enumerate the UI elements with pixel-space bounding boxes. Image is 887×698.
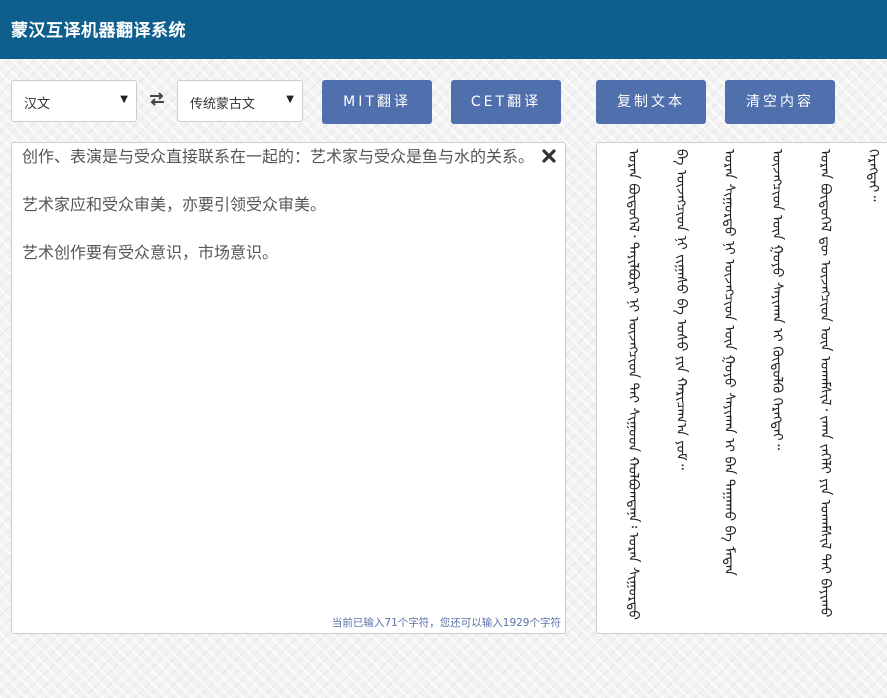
chevron-down-icon: ▼ <box>286 94 294 105</box>
chevron-down-icon: ▼ <box>120 94 128 105</box>
mongolian-output-text: ᠤᠷᠠᠨ ᠪᠦᠲᠦᠭᠡᠯ᠂ ᠲᠠᠶᠢᠯᠪᠤᠷᠢ ᠨᠢ ᠦᠵᠡᠭᠴᠢᠳ ᠲᠠᠢ ᠰ… <box>609 149 887 633</box>
character-counter: 当前已输入71个字符，您还可以输入1929个字符 <box>331 617 561 629</box>
source-language-value: 汉文 <box>24 97 51 112</box>
source-paragraph: 艺术创作要有受众意识，市场意识。 <box>22 243 279 262</box>
clear-content-button[interactable]: 清空内容 <box>725 80 835 124</box>
output-line: ᠤᠷᠠᠨ ᠰᠢᠭᠤᠷᠲᠦ ᠨᠢ ᠦᠵᠡᠭᠴᠢᠳ ᠦᠨ ᠭᠣᠶᠣ ᠰᠠᠶᠢᠬᠠᠨ … <box>721 149 785 576</box>
app-header: 蒙汉互译机器翻译系统 <box>0 0 887 59</box>
target-language-select[interactable]: 传统蒙古文 ▼ <box>177 80 303 122</box>
output-line: ᠤᠷᠠᠨ ᠪᠦᠲᠦᠭᠡᠯ ᠳᠦ ᠦᠵᠡᠭᠴᠢᠳ ᠦᠨ ᠤᠬᠠᠮᠰᠢᠯ᠂ ᠵᠠᠬᠠ… <box>817 149 881 618</box>
source-language-select[interactable]: 汉文 ▼ <box>11 80 137 122</box>
mit-translate-button[interactable]: MIT翻译 <box>322 80 432 124</box>
cet-translate-button[interactable]: CET翻译 <box>451 80 561 124</box>
source-paragraph: 创作、表演是与受众直接联系在一起的：艺术家与受众是鱼与水的关系。 <box>22 147 535 166</box>
source-text-panel[interactable]: 创作、表演是与受众直接联系在一起的：艺术家与受众是鱼与水的关系。 艺术家应和受众… <box>11 142 566 634</box>
translation-output-panel: ᠤᠷᠠᠨ ᠪᠦᠲᠦᠭᠡᠯ᠂ ᠲᠠᠶᠢᠯᠪᠤᠷᠢ ᠨᠢ ᠦᠵᠡᠭᠴᠢᠳ ᠲᠠᠢ ᠰ… <box>596 142 887 634</box>
close-icon[interactable] <box>541 148 557 164</box>
source-text-input[interactable]: 创作、表演是与受众直接联系在一起的：艺术家与受众是鱼与水的关系。 艺术家应和受众… <box>22 145 547 289</box>
swap-icon[interactable] <box>148 90 166 108</box>
app-title: 蒙汉互译机器翻译系统 <box>11 21 186 41</box>
source-paragraph: 艺术家应和受众审美，亦要引领受众审美。 <box>22 195 327 214</box>
output-line: ᠤᠷᠠᠨ ᠪᠦᠲᠦᠭᠡᠯ᠂ ᠲᠠᠶᠢᠯᠪᠤᠷᠢ ᠨᠢ ᠦᠵᠡᠭᠴᠢᠳ ᠲᠠᠢ ᠰ… <box>625 149 689 620</box>
copy-text-button[interactable]: 复制文本 <box>596 80 706 124</box>
target-language-value: 传统蒙古文 <box>190 97 256 112</box>
